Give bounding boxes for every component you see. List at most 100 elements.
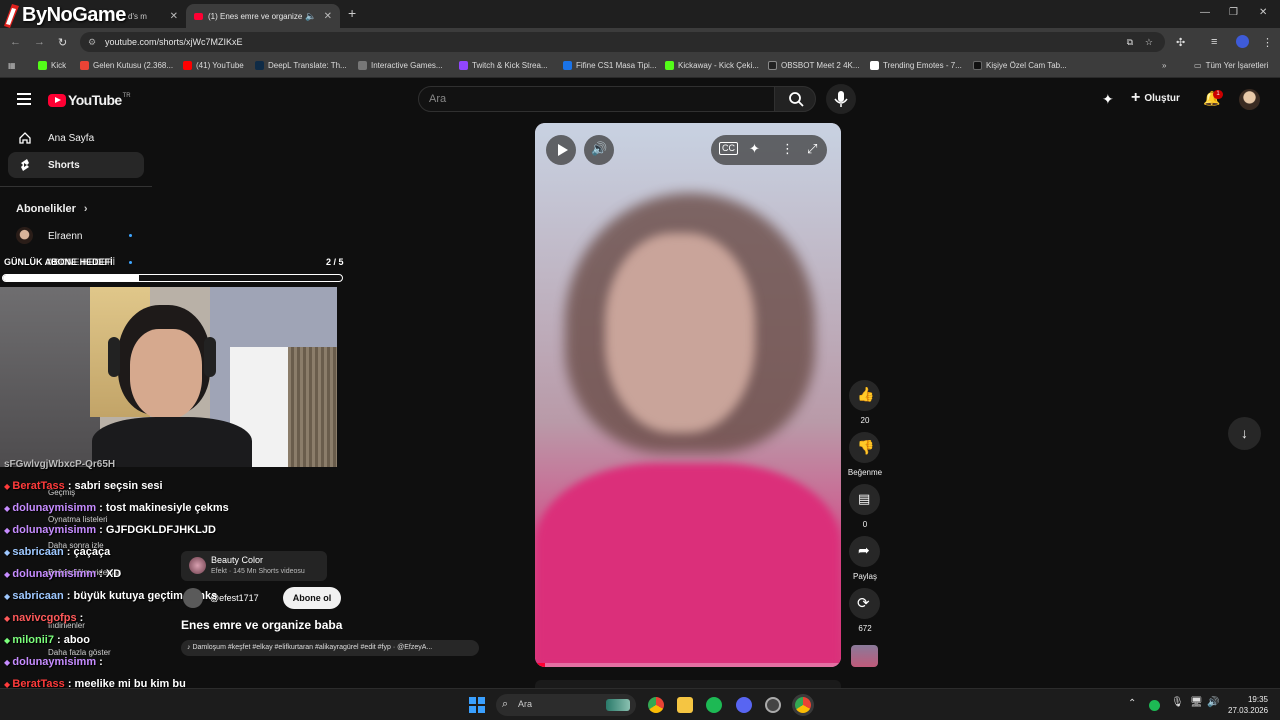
play-button[interactable] bbox=[546, 135, 576, 165]
discord-icon[interactable] bbox=[736, 697, 752, 713]
site-info-icon[interactable]: ⚙ bbox=[88, 32, 96, 52]
browser-tab-active[interactable]: (1) Enes emre ve organize 🔈 ✕ bbox=[186, 4, 340, 28]
share-button[interactable]: ➦ bbox=[849, 536, 880, 567]
browser-tab[interactable]: d's m ✕ bbox=[120, 4, 186, 28]
more-options-icon[interactable]: ⋮ bbox=[781, 141, 794, 157]
remix-button[interactable]: ⟳ bbox=[849, 588, 880, 619]
create-button[interactable]: + Oluştur bbox=[1131, 90, 1180, 106]
bookmark-label: Twitch & Kick Strea... bbox=[472, 61, 548, 70]
video-progress-bar[interactable] bbox=[535, 663, 841, 667]
comments-button[interactable]: ▤ bbox=[849, 484, 880, 515]
reload-icon[interactable]: ↻ bbox=[58, 36, 67, 49]
next-short-button[interactable]: ↓ bbox=[1228, 417, 1261, 450]
bookmark-item[interactable]: Interactive Games... bbox=[358, 61, 443, 70]
effect-meta: Efekt · 145 Mn Shorts videosu bbox=[211, 568, 305, 575]
media-control-icon[interactable]: ≡ bbox=[1211, 36, 1217, 48]
sidebar-divider bbox=[0, 186, 152, 187]
voice-search-button[interactable] bbox=[826, 84, 856, 114]
search-input[interactable]: Ara bbox=[418, 86, 775, 112]
spotify-icon[interactable] bbox=[706, 697, 722, 713]
dislike-button[interactable]: 👎 bbox=[849, 432, 880, 463]
like-button[interactable]: 👍 bbox=[849, 380, 880, 411]
thumbs-down-icon: 👎 bbox=[857, 439, 875, 455]
chat-username: dolunaymisimm bbox=[12, 502, 97, 514]
bookmark-item[interactable]: (41) YouTube bbox=[183, 61, 244, 70]
7tv-icon bbox=[870, 61, 879, 70]
sound-chip[interactable]: ♪ Damloşum #keşfet #elkay #elifkurtaran … bbox=[181, 640, 479, 656]
subscribe-button[interactable]: Abone ol bbox=[283, 587, 341, 609]
youtube-logo[interactable]: YouTube TR bbox=[48, 92, 131, 108]
bookmark-item[interactable]: Trending Emotes - 7... bbox=[870, 61, 962, 70]
obs-icon[interactable] bbox=[765, 697, 781, 713]
effect-chip[interactable]: Beauty Color Efekt · 145 Mn Shorts video… bbox=[181, 551, 327, 581]
bookmark-item[interactable]: DeepL Translate: Th... bbox=[255, 61, 347, 70]
windows-start-icon[interactable] bbox=[469, 697, 485, 713]
url-field[interactable]: ⚙ youtube.com/shorts/xjWc7MZIKxE ⧉ ☆ bbox=[80, 32, 1165, 52]
chat-message: ◆ dolunaymisimm : tost makinesiyle çekms bbox=[4, 502, 229, 514]
cam-headphone-right bbox=[204, 337, 216, 377]
hamburger-menu-icon[interactable] bbox=[17, 93, 31, 105]
file-explorer-icon[interactable] bbox=[677, 697, 693, 713]
chat-username: sabricaan bbox=[12, 546, 64, 558]
back-icon[interactable]: ← bbox=[10, 36, 21, 48]
bookmark-item[interactable]: Gelen Kutusu (2.368... bbox=[80, 61, 173, 70]
profile-avatar[interactable] bbox=[1236, 35, 1249, 48]
chevron-up-icon[interactable]: ⌃ bbox=[1128, 698, 1136, 709]
comment-icon: ▤ bbox=[858, 491, 871, 506]
chrome-icon[interactable] bbox=[648, 697, 664, 713]
more-bookmarks-icon[interactable]: » bbox=[1162, 61, 1166, 70]
cast-icon[interactable]: ⧉ bbox=[1127, 32, 1133, 52]
all-bookmarks[interactable]: ▭ Tüm Yer İşaretleri bbox=[1194, 61, 1268, 70]
bookmark-label: DeepL Translate: Th... bbox=[268, 61, 347, 70]
sidebar-item-label: Ana Sayfa bbox=[48, 132, 95, 144]
remix-icon[interactable]: ✦ bbox=[749, 141, 760, 157]
bookmark-star-icon[interactable]: ☆ bbox=[1145, 32, 1153, 52]
speaker-icon[interactable]: 🔈 bbox=[305, 11, 316, 22]
menu-icon[interactable]: ⋮ bbox=[1262, 36, 1273, 49]
clock[interactable]: 19:35 27.03.2026 bbox=[1228, 694, 1268, 716]
subscriptions-heading[interactable]: Abonelikler › bbox=[16, 203, 88, 215]
shorts-video-player[interactable]: 🔊 CC ✦ ⋮ ⤢ bbox=[535, 123, 841, 667]
kickaway-icon bbox=[665, 61, 674, 70]
sidebar-item-home[interactable]: Ana Sayfa bbox=[8, 125, 144, 151]
new-tab-icon[interactable]: + bbox=[348, 5, 356, 21]
sidebar-item-playlists[interactable]: Oynatma listeleri bbox=[48, 515, 108, 524]
sidebar-sub-elraenn[interactable]: Elraenn bbox=[16, 227, 156, 247]
microphone-tray-icon[interactable]: 🎙 bbox=[1171, 697, 1184, 708]
volume-tray-icon[interactable]: 🔊 bbox=[1207, 697, 1219, 708]
share-label: Paylaş bbox=[852, 572, 877, 581]
sidebar-item-shorts[interactable]: Shorts bbox=[8, 152, 144, 178]
sound-thumbnail[interactable] bbox=[851, 645, 878, 667]
bookmark-item[interactable]: Fifine CS1 Masa Tipi... bbox=[563, 61, 656, 70]
close-tab-icon[interactable]: ✕ bbox=[166, 11, 178, 22]
close-window-icon[interactable]: ✕ bbox=[1259, 7, 1267, 18]
captions-icon[interactable]: CC bbox=[719, 142, 738, 155]
bookmark-item[interactable]: OBSBOT Meet 2 4K... bbox=[768, 61, 860, 70]
bookmark-item[interactable]: Kickaway - Kick Çeki... bbox=[665, 61, 759, 70]
volume-button[interactable]: 🔊 bbox=[584, 135, 614, 165]
folder-icon: ▭ bbox=[1194, 61, 1202, 70]
create-clip-icon[interactable]: ✦ bbox=[1102, 91, 1114, 108]
close-tab-icon[interactable]: ✕ bbox=[320, 11, 332, 22]
search-button[interactable] bbox=[774, 86, 816, 112]
account-avatar[interactable] bbox=[1239, 89, 1260, 110]
goal-label-echo: ABONE HEDEFİ bbox=[47, 257, 116, 267]
apps-grid-icon[interactable]: ▦ bbox=[8, 61, 16, 70]
maximize-icon[interactable]: ❐ bbox=[1229, 7, 1238, 18]
play-icon bbox=[558, 144, 568, 156]
bookmark-item[interactable]: Twitch & Kick Strea... bbox=[459, 61, 548, 70]
video-subject-shirt bbox=[535, 463, 841, 667]
chrome-active-icon[interactable] bbox=[795, 697, 811, 713]
extensions-icon[interactable]: ✣ bbox=[1176, 36, 1185, 49]
forward-icon[interactable]: → bbox=[34, 36, 45, 48]
taskbar-search[interactable]: ⌕ Ara bbox=[496, 694, 636, 716]
network-icon[interactable]: 🖥 bbox=[1190, 697, 1203, 708]
bookmark-item[interactable]: Kick bbox=[38, 61, 66, 70]
fullscreen-icon[interactable]: ⤢ bbox=[807, 141, 817, 157]
spotify-tray-icon[interactable] bbox=[1149, 700, 1160, 711]
channel-avatar[interactable] bbox=[183, 588, 203, 608]
channel-handle[interactable]: @efest1717 bbox=[210, 593, 259, 603]
minimize-icon[interactable]: — bbox=[1200, 7, 1210, 18]
remix-count: 672 bbox=[858, 624, 872, 633]
bookmark-item[interactable]: Kişiye Özel Cam Tab... bbox=[973, 61, 1067, 70]
